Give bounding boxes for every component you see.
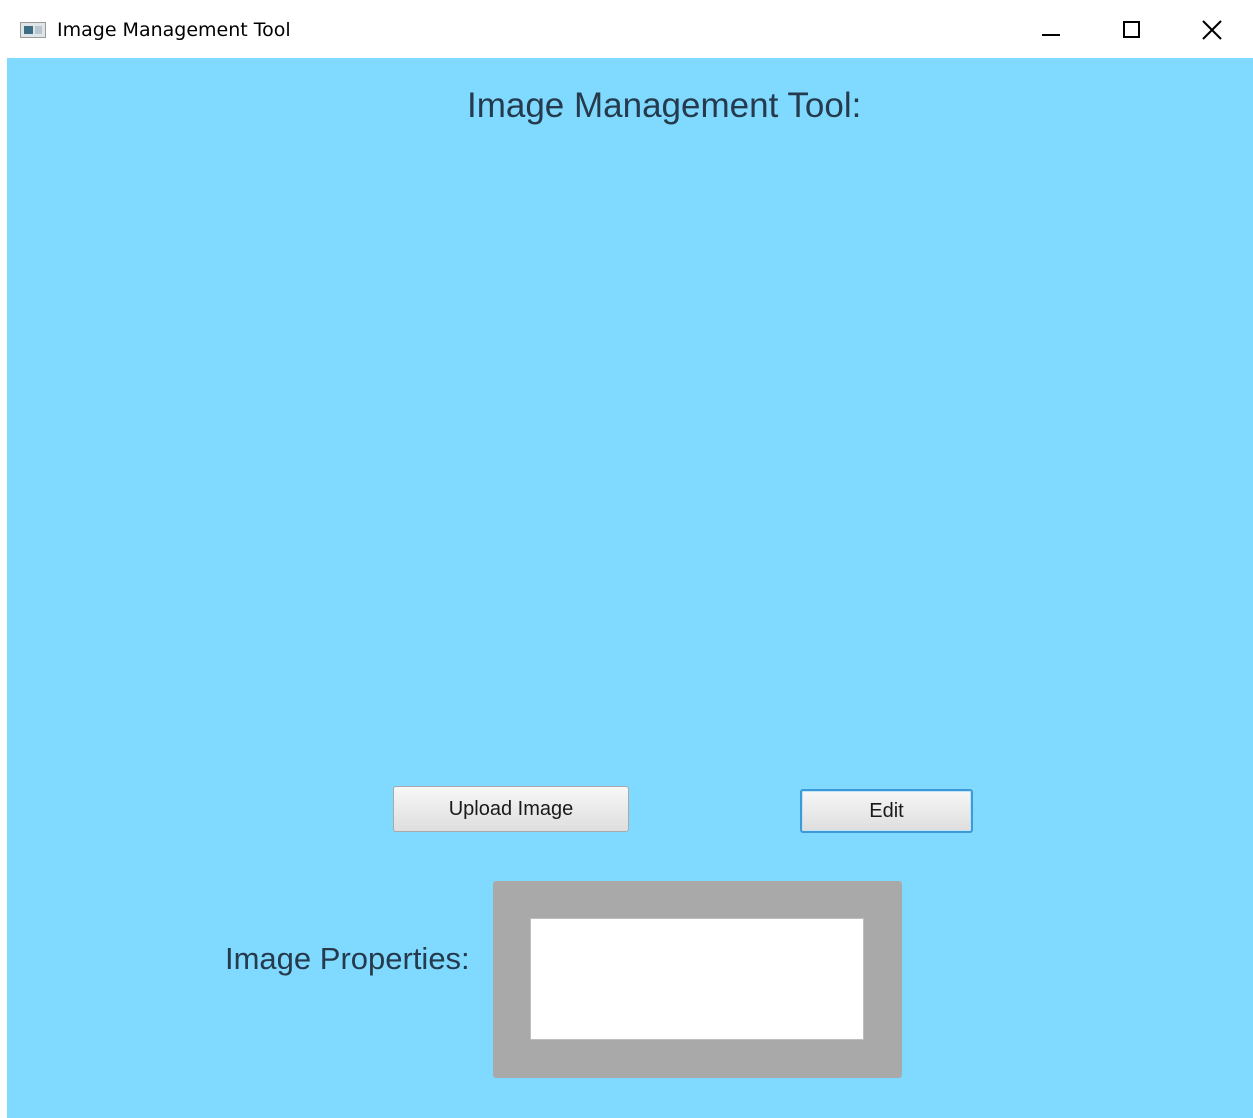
image-properties-frame: [493, 881, 902, 1078]
maximize-icon: [1123, 21, 1140, 38]
title-bar[interactable]: Image Management Tool: [0, 0, 1253, 58]
page-title: Image Management Tool:: [467, 86, 862, 125]
app-icon-pane: [24, 26, 33, 34]
maximize-button[interactable]: [1102, 0, 1162, 58]
app-icon-pane-secondary: [35, 26, 42, 34]
minimize-icon: [1042, 34, 1060, 36]
upload-image-button[interactable]: Upload Image: [393, 786, 629, 832]
main-content: Image Management Tool: Upload Image Edit…: [7, 58, 1253, 1118]
window-title: Image Management Tool: [57, 19, 291, 41]
close-button[interactable]: [1183, 0, 1243, 58]
minimize-button[interactable]: [1020, 0, 1080, 58]
image-properties-box[interactable]: [530, 918, 864, 1040]
edit-button[interactable]: Edit: [800, 789, 973, 833]
close-icon: [1202, 20, 1222, 40]
image-properties-label: Image Properties:: [225, 941, 470, 976]
app-window-icon: [20, 22, 46, 38]
app-window: Image Management Tool Image Management T…: [0, 0, 1253, 1118]
